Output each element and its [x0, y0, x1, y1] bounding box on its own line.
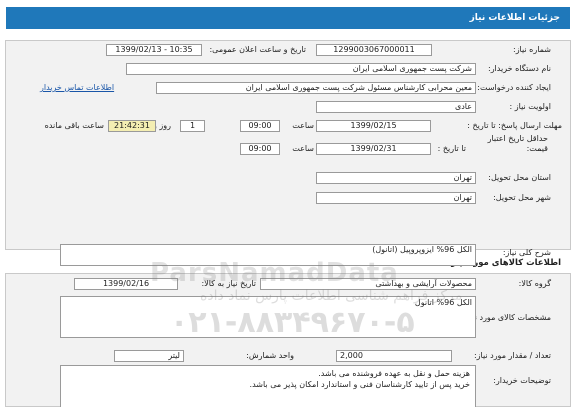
page-header: جزئیات اطلاعات نیاز: [6, 7, 570, 29]
need-number-label: شماره نیاز:: [513, 45, 551, 54]
priority-field: عادی: [316, 101, 476, 113]
city-label: شهر محل تحویل:: [493, 193, 551, 202]
announce-date-label: تاریخ و ساعت اعلان عمومی:: [209, 45, 306, 54]
notes-line-2: خرید پس از تایید کارشناسان فنی و استاندا…: [249, 380, 470, 389]
province-label: استان محل تحویل:: [488, 173, 551, 182]
buyer-contact-link[interactable]: اطلاعات تماس خریدار: [40, 82, 114, 94]
group-label: گروه کالا:: [518, 279, 551, 288]
validity-label: حداقل تاریخ اعتبار قیمت:: [487, 134, 548, 153]
province-field: تهران: [316, 172, 476, 184]
notes-field: هزینه حمل و نقل به عهده فروشنده می باشد.…: [60, 365, 476, 407]
watermark-subtitle: مرکز فراهم شناسی اطلاعات پارس نماد داده: [200, 288, 463, 304]
creator-field: معین محرابی کارشناس مسئول شرکت پست جمهور…: [156, 82, 476, 94]
watermark-logo-text: ParsNamadData: [150, 258, 399, 288]
city-field: تهران: [316, 192, 476, 204]
unit-label: واحد شمارش:: [246, 351, 294, 360]
summary-label: شرح کلی نیاز:: [502, 248, 551, 257]
validity-time-field: 09:00: [240, 143, 280, 155]
buyer-field: شرکت پست جمهوری اسلامی ایران: [126, 63, 476, 75]
validity-time-label: ساعت: [292, 144, 314, 153]
deadline-time-field: 09:00: [240, 120, 280, 132]
unit-field: لیتر: [114, 350, 184, 362]
validity-date-field: 1399/02/31: [316, 143, 431, 155]
buyer-label: نام دستگاه خریدار:: [488, 64, 551, 73]
deadline-time-label: ساعت: [292, 121, 314, 130]
announce-date-field: 1399/02/13 - 10:35: [106, 44, 202, 56]
creator-label: ایجاد کننده درخواست:: [477, 83, 551, 92]
notes-label: توضیحات خریدار:: [493, 376, 551, 385]
watermark-phone: ۰۲۱-۸۸۳۴۹۶۷۰-۵: [170, 305, 415, 340]
specs-label: مشخصات کالای مورد نیاز:: [463, 313, 551, 322]
quantity-label: تعداد / مقدار مورد نیاز:: [473, 351, 551, 360]
notes-line-1: هزینه حمل و نقل به عهده فروشنده می باشد.: [318, 369, 470, 378]
page-title: جزئیات اطلاعات نیاز: [469, 13, 560, 23]
deadline-date-field: 1399/02/15: [316, 120, 431, 132]
validity-to-label: تا تاریخ :: [437, 144, 466, 153]
deadline-days-field: 1: [180, 120, 205, 132]
quantity-field: 2,000: [336, 350, 452, 362]
remaining-time-label: ساعت باقی مانده: [44, 121, 104, 130]
remaining-time-field: 21:42:31: [108, 120, 156, 132]
priority-label: اولویت نیاز :: [509, 102, 551, 111]
need-number-field: 1299003067000011: [316, 44, 432, 56]
deadline-label: مهلت ارسال پاسخ: تا تاریخ :: [467, 121, 562, 130]
